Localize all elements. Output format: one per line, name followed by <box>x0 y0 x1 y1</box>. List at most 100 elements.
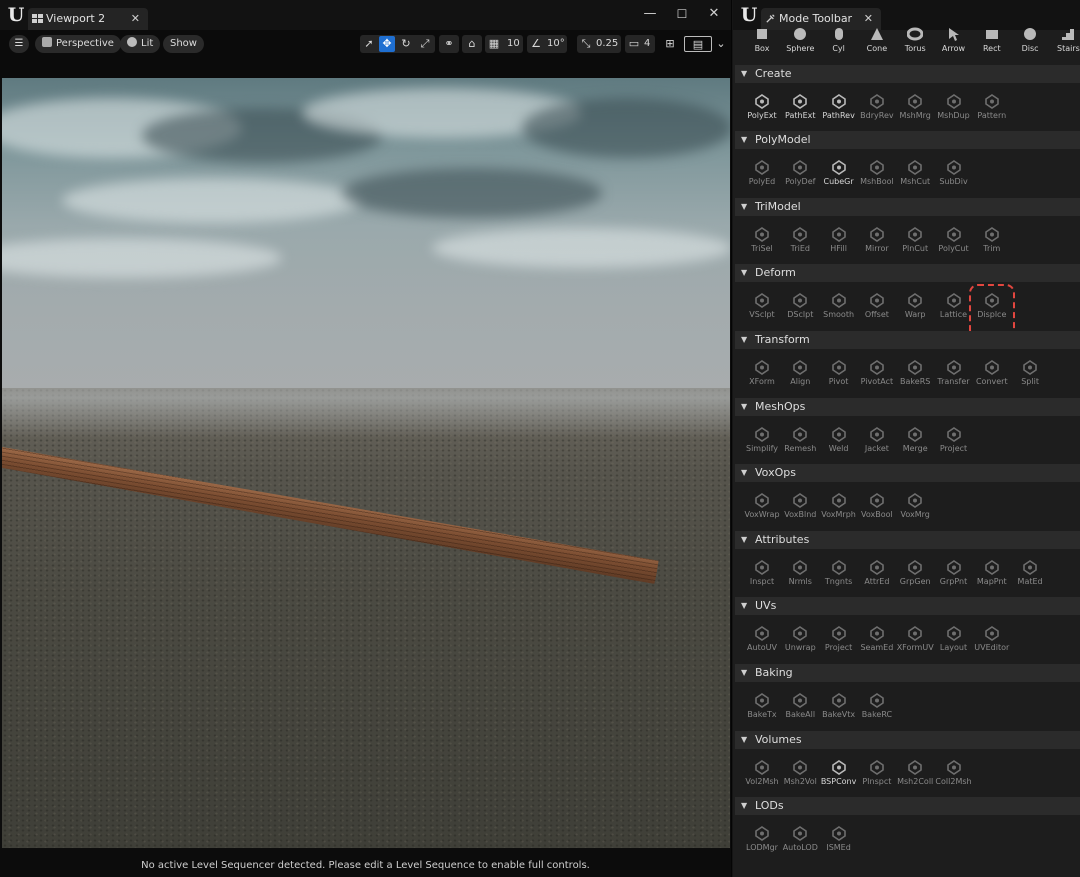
tool-stairs[interactable]: Stairs <box>1049 20 1080 60</box>
tool-voxblnd[interactable]: VoxBlnd <box>781 486 819 526</box>
tool-vol2msh[interactable]: Vol2Msh <box>743 753 781 793</box>
tool-inspct[interactable]: Inspct <box>743 553 781 593</box>
maximize-viewport-icon[interactable]: ⊞ <box>662 36 678 52</box>
tool-pathext[interactable]: PathExt <box>781 87 819 127</box>
tool-weld[interactable]: Weld <box>820 420 858 460</box>
maximize-icon[interactable]: ☐ <box>673 5 691 23</box>
tool-ismed[interactable]: ISMEd <box>820 819 858 859</box>
surface-snap-icon[interactable]: ⌂ <box>464 36 480 52</box>
tool-mappnt[interactable]: MapPnt <box>973 553 1011 593</box>
tool-msh2vol[interactable]: Msh2Vol <box>781 753 819 793</box>
tab-viewport-2[interactable]: Viewport 2 ✕ <box>28 8 148 30</box>
show-button[interactable]: Show <box>163 35 204 53</box>
scale-icon[interactable]: ⤢ <box>417 36 433 52</box>
tool-attred[interactable]: AttrEd <box>858 553 896 593</box>
tool-bakers[interactable]: BakeRS <box>896 353 934 393</box>
world-space-icon[interactable]: ⚭ <box>441 36 457 52</box>
tool-bspconv[interactable]: BSPConv <box>820 753 858 793</box>
camera-speed-group[interactable]: ▭ 4 <box>625 35 655 53</box>
tool-offset[interactable]: Offset <box>858 286 896 326</box>
tool-voxmrph[interactable]: VoxMrph <box>820 486 858 526</box>
viewport-scene[interactable] <box>2 78 730 848</box>
viewport-layout-icon[interactable]: ▤ <box>684 36 712 52</box>
tool-arrow[interactable]: Arrow <box>935 20 973 60</box>
tool-voxmrg[interactable]: VoxMrg <box>896 486 934 526</box>
tool-xformuv[interactable]: XFormUV <box>896 619 934 659</box>
tool-xform[interactable]: XForm <box>743 353 781 393</box>
tool-mirror[interactable]: Mirror <box>858 220 896 260</box>
section-header-attributes[interactable]: ▼ Attributes <box>735 530 1080 549</box>
tool-autouv[interactable]: AutoUV <box>743 619 781 659</box>
tool-vsclpt[interactable]: VSclpt <box>743 286 781 326</box>
tool-coll2msh[interactable]: Coll2Msh <box>935 753 973 793</box>
tool-project[interactable]: Project <box>935 420 973 460</box>
lit-button[interactable]: Lit <box>120 35 161 53</box>
angle-snap-group[interactable]: ∠ 10° <box>527 35 567 53</box>
chevron-down-icon[interactable]: ⌄ <box>713 36 729 52</box>
tool-sphere[interactable]: Sphere <box>781 20 819 60</box>
tool-lodmgr[interactable]: LODMgr <box>743 819 781 859</box>
translate-icon[interactable]: ✥ <box>379 36 395 52</box>
tool-trim[interactable]: Trim <box>973 220 1011 260</box>
section-header-create[interactable]: ▼ Create <box>735 64 1080 83</box>
tool-hfill[interactable]: HFill <box>820 220 858 260</box>
section-header-volumes[interactable]: ▼ Volumes <box>735 730 1080 749</box>
tool-polyext[interactable]: PolyExt <box>743 87 781 127</box>
tool-tngnts[interactable]: Tngnts <box>820 553 858 593</box>
tool-voxwrap[interactable]: VoxWrap <box>743 486 781 526</box>
tool-pattern[interactable]: Pattern <box>973 87 1011 127</box>
section-header-transform[interactable]: ▼ Transform <box>735 331 1080 349</box>
tool-bakevtx[interactable]: BakeVtx <box>820 686 858 726</box>
close-tab-icon[interactable]: ✕ <box>131 8 140 30</box>
section-header-polymodel[interactable]: ▼ PolyModel <box>735 131 1080 150</box>
tool-plncut[interactable]: PlnCut <box>896 220 934 260</box>
tool-remesh[interactable]: Remesh <box>781 420 819 460</box>
rotate-icon[interactable]: ↻ <box>398 36 414 52</box>
tool-align[interactable]: Align <box>781 353 819 393</box>
tool-warp[interactable]: Warp <box>896 286 934 326</box>
tool-cubegr[interactable]: CubeGr <box>820 153 858 193</box>
section-header-meshops[interactable]: ▼ MeshOps <box>735 397 1080 416</box>
tool-cyl[interactable]: Cyl <box>820 20 858 60</box>
tool-polyed[interactable]: PolyEd <box>743 153 781 193</box>
section-header-deform[interactable]: ▼ Deform <box>735 264 1080 283</box>
tool-pivot[interactable]: Pivot <box>820 353 858 393</box>
scale-snap-group[interactable]: ⤡ 0.25 <box>577 35 621 53</box>
tool-polydef[interactable]: PolyDef <box>781 153 819 193</box>
viewport-menu-button[interactable]: ☰ <box>9 35 29 53</box>
tool-nrmls[interactable]: Nrmls <box>781 553 819 593</box>
tool-autolod[interactable]: AutoLOD <box>781 819 819 859</box>
tool-baketx[interactable]: BakeTx <box>743 686 781 726</box>
tool-project[interactable]: Project <box>820 619 858 659</box>
tool-unwrap[interactable]: Unwrap <box>781 619 819 659</box>
tool-jacket[interactable]: Jacket <box>858 420 896 460</box>
tool-grpgen[interactable]: GrpGen <box>896 553 934 593</box>
tool-grppnt[interactable]: GrpPnt <box>935 553 973 593</box>
section-header-baking[interactable]: ▼ Baking <box>735 664 1080 682</box>
tool-disc[interactable]: Disc <box>1011 20 1049 60</box>
section-header-lods[interactable]: ▼ LODs <box>735 797 1080 816</box>
tool-smooth[interactable]: Smooth <box>820 286 858 326</box>
section-header-uvs[interactable]: ▼ UVs <box>735 597 1080 616</box>
tool-tried[interactable]: TriEd <box>781 220 819 260</box>
tool-split[interactable]: Split <box>1011 353 1049 393</box>
tool-simplify[interactable]: Simplify <box>743 420 781 460</box>
tool-rect[interactable]: Rect <box>973 20 1011 60</box>
tool-bakerc[interactable]: BakeRC <box>858 686 896 726</box>
tool-voxbool[interactable]: VoxBool <box>858 486 896 526</box>
tool-trisel[interactable]: TriSel <box>743 220 781 260</box>
close-window-icon[interactable]: ✕ <box>705 5 723 23</box>
tool-mated[interactable]: MatEd <box>1011 553 1049 593</box>
tool-mshcut[interactable]: MshCut <box>896 153 934 193</box>
tool-mshdup[interactable]: MshDup <box>935 87 973 127</box>
tool-pathrev[interactable]: PathRev <box>820 87 858 127</box>
section-header-trimodel[interactable]: ▼ TriModel <box>735 197 1080 216</box>
perspective-button[interactable]: Perspective <box>35 35 121 53</box>
tool-box[interactable]: Box <box>743 20 781 60</box>
tool-polycut[interactable]: PolyCut <box>935 220 973 260</box>
tool-msh2coll[interactable]: Msh2Coll <box>896 753 934 793</box>
tool-mshbool[interactable]: MshBool <box>858 153 896 193</box>
tool-pinspct[interactable]: PInspct <box>858 753 896 793</box>
tool-layout[interactable]: Layout <box>935 619 973 659</box>
tool-seamed[interactable]: SeamEd <box>858 619 896 659</box>
